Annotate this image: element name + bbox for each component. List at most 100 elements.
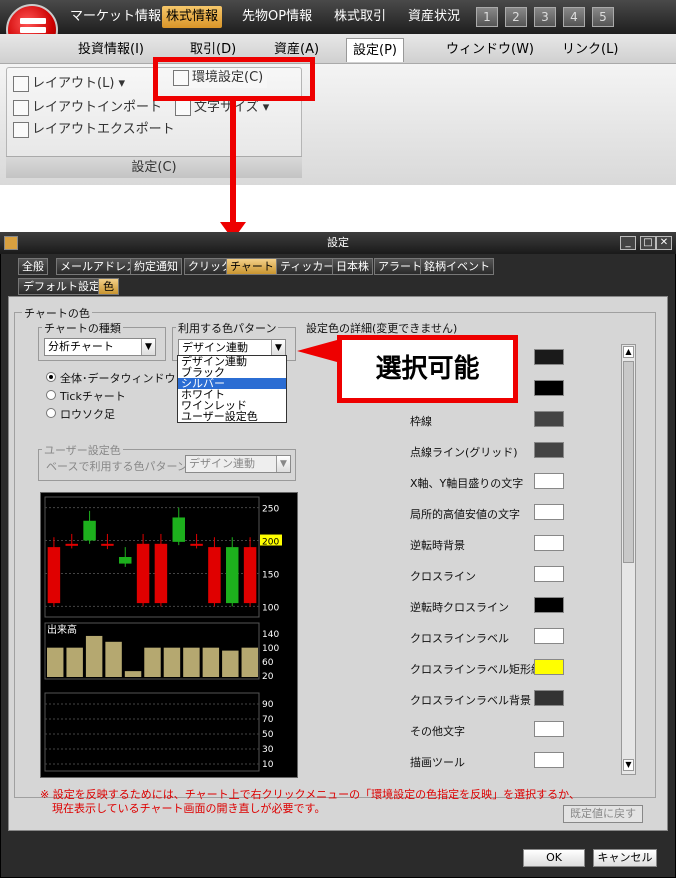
color-row-label: X軸、Y軸目盛りの文字	[410, 477, 524, 490]
dialog-tab-1[interactable]: メールアドレス	[56, 258, 141, 275]
layout-export-button[interactable]: レイアウトエクスポート	[13, 120, 175, 140]
candle-body	[47, 547, 61, 604]
color-swatch[interactable]	[534, 721, 564, 737]
color-swatch[interactable]	[534, 597, 564, 613]
dialog-title: 設定	[0, 232, 676, 254]
number-button-2[interactable]: 2	[505, 7, 527, 27]
ribbon-tab-3[interactable]: 設定(P)	[346, 38, 404, 62]
note-line-1: ※ 設定を反映するためには、チャート上で右クリックメニューの「環境設定の色指定を…	[40, 788, 580, 801]
number-button-3[interactable]: 3	[534, 7, 556, 27]
chart-type-select[interactable]: 分析チャート ▼	[44, 338, 156, 356]
color-swatch[interactable]	[534, 380, 564, 396]
indicator-tick-label: 70	[262, 715, 274, 725]
color-swatch[interactable]	[534, 473, 564, 489]
pattern-option-5[interactable]: ユーザー設定色	[178, 411, 286, 422]
scroll-down-icon[interactable]: ▼	[623, 759, 634, 771]
color-swatch[interactable]	[534, 690, 564, 706]
dialog-tab-4[interactable]: チャート	[226, 258, 278, 275]
chart-color-group-title: チャートの色	[22, 305, 92, 321]
ribbon-tab-4[interactable]: ウィンドウ(W)	[440, 38, 540, 62]
ribbon-tab-5[interactable]: リンク(L)	[556, 38, 624, 62]
color-row-label: 点線ライン(グリッド)	[410, 446, 518, 459]
scroll-thumb[interactable]	[623, 361, 634, 563]
font-size-button[interactable]: 文字サイズ ▾	[175, 98, 269, 118]
ribbon-group-label: 設定(C)	[6, 156, 302, 178]
color-swatch[interactable]	[534, 566, 564, 582]
radio-button[interactable]	[46, 408, 56, 418]
chevron-down-icon: ▼	[271, 340, 285, 356]
close-icon[interactable]: ✕	[656, 236, 672, 250]
color-swatch[interactable]	[534, 504, 564, 520]
menu-item-1[interactable]: 株式情報	[162, 6, 223, 28]
menu-item-2[interactable]: 先物OP情報	[238, 6, 316, 28]
color-swatch[interactable]	[534, 659, 564, 675]
color-row-label: 逆転時クロスライン	[410, 601, 509, 614]
restore-icon[interactable]: □	[640, 236, 656, 250]
layout-button[interactable]: レイアウト(L) ▾	[13, 74, 125, 94]
y-tick-label: 250	[262, 505, 279, 515]
user-color-label: ユーザー設定色	[42, 442, 123, 458]
volume-tick-label: 140	[262, 630, 279, 640]
dialog-subtab-0[interactable]: デフォルト設定	[18, 278, 105, 295]
color-swatch[interactable]	[534, 535, 564, 551]
indicator-tick-label: 50	[262, 730, 274, 740]
chart-preview-svg: 250 200 150 100 出来高 140 100 60 20 90 70 50 30 10	[44, 496, 282, 772]
menu-item-0[interactable]: マーケット情報	[66, 6, 165, 28]
radio-row-0[interactable]: 全体･データウィンドウ	[46, 370, 186, 385]
callout-label: 選択可能	[337, 335, 518, 403]
color-row-11: クロスラインラベル背景	[408, 688, 568, 710]
layout-icon	[13, 75, 29, 92]
minimize-icon[interactable]: _	[620, 236, 636, 250]
number-button-4[interactable]: 4	[563, 7, 585, 27]
dialog-tab-7[interactable]: アラート	[374, 258, 426, 275]
color-row-label: その他文字	[410, 725, 465, 738]
cancel-button[interactable]: キャンセル	[593, 849, 657, 867]
color-row-4: X軸、Y軸目盛りの文字	[408, 471, 568, 493]
color-swatch[interactable]	[534, 411, 564, 427]
radio-row-1[interactable]: Tickチャート	[46, 388, 186, 403]
menu-item-3[interactable]: 株式取引	[330, 6, 390, 28]
color-row-12: その他文字	[408, 719, 568, 741]
volume-bar	[241, 647, 258, 677]
color-row-5: 局所的高値安値の文字	[408, 502, 568, 524]
indicator-panel-frame	[44, 692, 260, 772]
volume-bar	[163, 647, 181, 677]
dialog-tab-6[interactable]: 日本株	[332, 258, 373, 275]
color-list-scrollbar[interactable]: ▲ ▼	[621, 344, 636, 775]
dialog-tab-8[interactable]: 銘柄イベント	[420, 258, 494, 275]
reset-defaults-button[interactable]: 既定値に戻す	[563, 805, 643, 823]
menu-item-4[interactable]: 資産状況	[404, 6, 464, 28]
radio-row-2[interactable]: ロウソク足	[46, 406, 186, 421]
radio-button[interactable]	[46, 372, 56, 382]
number-button-5[interactable]: 5	[592, 7, 614, 27]
chart-type-value: 分析チャート	[48, 340, 114, 353]
dialog-tab-5[interactable]: ティッカー	[276, 258, 339, 275]
candle-body	[65, 543, 78, 546]
dialog-tab-2[interactable]: 約定通知	[130, 258, 182, 275]
y-tick-label: 100	[262, 603, 279, 613]
dialog-tab-0[interactable]: 全般	[18, 258, 48, 275]
color-row-10: クロスラインラベル矩形線	[408, 657, 568, 679]
ribbon-tab-0[interactable]: 投資情報(I)	[72, 38, 150, 62]
chart-type-label: チャートの種類	[42, 320, 123, 336]
ok-button[interactable]: OK	[523, 849, 585, 867]
radio-button[interactable]	[46, 390, 56, 400]
highlight-box	[153, 57, 315, 101]
candle-body	[226, 547, 239, 604]
scroll-up-icon[interactable]: ▲	[623, 346, 634, 358]
color-swatch[interactable]	[534, 628, 564, 644]
color-row-2: 枠線	[408, 409, 568, 431]
dialog-subtab-1[interactable]: 色	[98, 278, 119, 295]
volume-bar	[85, 635, 103, 677]
layout-import-button[interactable]: レイアウトインポート	[13, 98, 162, 118]
color-swatch[interactable]	[534, 442, 564, 458]
color-swatch[interactable]	[534, 752, 564, 768]
base-pattern-value: デザイン連動	[189, 457, 255, 470]
color-row-label: 枠線	[410, 415, 432, 428]
volume-tick-label: 100	[262, 644, 279, 654]
number-button-1[interactable]: 1	[476, 7, 498, 27]
color-swatch[interactable]	[534, 349, 564, 365]
base-pattern-label: ベースで利用する色パターン	[46, 460, 188, 473]
base-pattern-select[interactable]: デザイン連動 ▼	[185, 455, 291, 473]
volume-tick-label: 20	[262, 672, 274, 682]
